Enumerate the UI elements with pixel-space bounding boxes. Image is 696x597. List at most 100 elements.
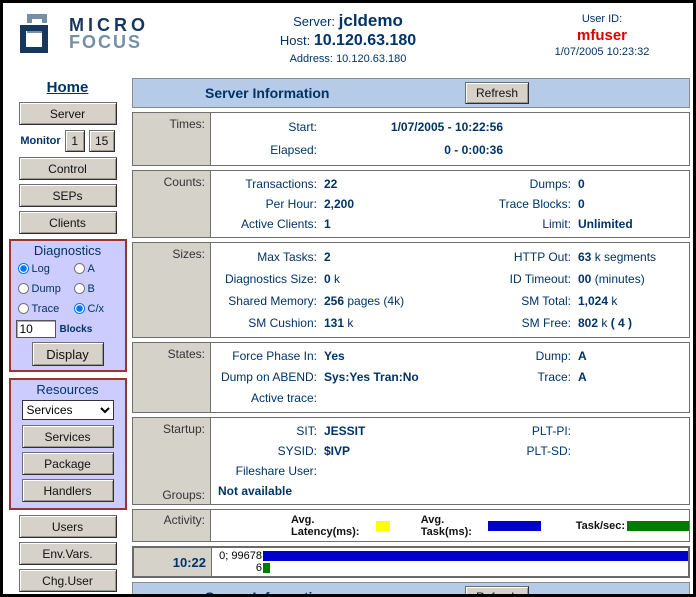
smfree-label: SM Free: bbox=[459, 312, 571, 334]
users-button[interactable]: Users bbox=[19, 515, 117, 538]
times-section-label: Times: bbox=[133, 117, 205, 131]
idtimeout-label: ID Timeout: bbox=[459, 268, 571, 290]
radio-trace-input[interactable] bbox=[18, 303, 29, 314]
transactions-label: Transactions: bbox=[211, 174, 317, 194]
timestamp: 1/07/2005 10:23:32 bbox=[523, 46, 681, 58]
page-title: Server Information bbox=[205, 85, 329, 101]
radio-log[interactable]: Log bbox=[16, 259, 72, 278]
smcushion-label: SM Cushion: bbox=[211, 312, 317, 334]
monitor-15-button[interactable]: 15 bbox=[89, 130, 115, 152]
host-label: Host: bbox=[280, 33, 310, 48]
diagnostics-panel: Diagnostics Log A Dump B Trace C/x Block… bbox=[9, 239, 127, 372]
monitor-label: Monitor bbox=[20, 135, 60, 147]
legend-task: Avg. Task(ms): bbox=[421, 514, 576, 538]
radio-trace-label: Trace bbox=[32, 303, 60, 315]
radio-trace[interactable]: Trace bbox=[16, 299, 72, 318]
legend-task-label: Avg. Task(ms): bbox=[421, 514, 487, 538]
resources-dropdown[interactable]: Services bbox=[22, 400, 114, 420]
radio-log-input[interactable] bbox=[18, 263, 29, 274]
user-id-label: User ID: bbox=[523, 13, 681, 25]
body: Home Server Monitor 1 15 Control SEPs Cl… bbox=[3, 73, 693, 597]
radio-dump[interactable]: Dump bbox=[16, 279, 72, 298]
address-label: Address: bbox=[290, 53, 333, 65]
legend-tps: Task/sec: bbox=[576, 520, 689, 532]
httpout-value: 63 k segments bbox=[571, 246, 689, 268]
monitor-row: Monitor 1 15 bbox=[20, 129, 114, 153]
seps-button[interactable]: SEPs bbox=[19, 184, 117, 207]
limit-value: Unlimited bbox=[571, 214, 689, 234]
resources-panel: Resources Services Services Package Hand… bbox=[9, 378, 127, 510]
sharedmem-label: Shared Memory: bbox=[211, 290, 317, 312]
traceblocks-label: Trace Blocks: bbox=[459, 194, 571, 214]
sidebar: Home Server Monitor 1 15 Control SEPs Cl… bbox=[3, 73, 132, 597]
tps-swatch-icon bbox=[627, 521, 689, 531]
states-row: Dump on ABEND: Sys:Yes Tran:No Trace: A bbox=[211, 367, 689, 388]
server-label: Server: bbox=[293, 14, 335, 29]
sizes-row: Max Tasks: 2 HTTP Out: 63 k segments bbox=[211, 246, 689, 268]
server-button[interactable]: Server bbox=[19, 102, 117, 125]
pltpi-label: PLT-PI: bbox=[459, 421, 571, 441]
display-button[interactable]: Display bbox=[32, 342, 104, 366]
dumpabend-value: Sys:Yes Tran:No bbox=[317, 367, 459, 388]
latency-swatch-icon bbox=[376, 521, 390, 531]
page-title-bottom: Server Information bbox=[205, 589, 329, 597]
package-button[interactable]: Package bbox=[22, 452, 114, 475]
services-button[interactable]: Services bbox=[22, 425, 114, 448]
smcushion-value: 131 k bbox=[317, 312, 459, 334]
chguser-button[interactable]: Chg.User bbox=[19, 569, 117, 592]
trace-state-value: A bbox=[571, 367, 689, 388]
refresh-button-top[interactable]: Refresh bbox=[465, 82, 529, 104]
smfree-value: 802 k ( 4 ) bbox=[571, 312, 689, 334]
dumpabend-label: Dump on ABEND: bbox=[211, 367, 317, 388]
section-times: Times: Start: 1/07/2005 - 10:22:56 Elaps… bbox=[132, 112, 690, 166]
diagsize-value: 0 k bbox=[317, 268, 459, 290]
radio-cx[interactable]: C/x bbox=[72, 299, 120, 318]
sysid-label: SYSID: bbox=[211, 441, 317, 461]
start-label: Start: bbox=[211, 116, 317, 139]
diagnostics-title: Diagnostics bbox=[34, 243, 101, 258]
radio-cx-label: C/x bbox=[88, 303, 105, 315]
forcephase-label: Force Phase In: bbox=[211, 346, 317, 367]
radio-b-input[interactable] bbox=[74, 283, 85, 294]
section-activity: Activity: Avg. Latency(ms): Avg. Task(ms… bbox=[132, 509, 690, 542]
radio-b[interactable]: B bbox=[72, 279, 120, 298]
monitor-1-button[interactable]: 1 bbox=[65, 130, 85, 152]
radio-dump-input[interactable] bbox=[18, 283, 29, 294]
traceblocks-value: 0 bbox=[571, 194, 689, 214]
top-title-bar: Server Information Refresh bbox=[132, 78, 690, 108]
counts-row: Per Hour: 2,200 Trace Blocks: 0 bbox=[211, 194, 689, 214]
counts-section-label: Counts: bbox=[133, 175, 205, 189]
activetrace-label: Active trace: bbox=[211, 388, 317, 409]
maxtasks-label: Max Tasks: bbox=[211, 246, 317, 268]
dumps-label: Dumps: bbox=[459, 174, 571, 194]
server-value: jcldemo bbox=[339, 11, 403, 30]
radio-cx-input[interactable] bbox=[74, 303, 85, 314]
perhour-label: Per Hour: bbox=[211, 194, 317, 214]
control-button[interactable]: Control bbox=[19, 157, 117, 180]
host-line: Host: 10.120.63.180 bbox=[173, 32, 523, 50]
refresh-button-bottom[interactable]: Refresh bbox=[465, 586, 529, 597]
clients-button[interactable]: Clients bbox=[19, 211, 117, 234]
home-link[interactable]: Home bbox=[47, 79, 89, 96]
radio-a-label: A bbox=[88, 263, 95, 275]
blocks-label: Blocks bbox=[60, 324, 93, 335]
maxtasks-value: 2 bbox=[317, 246, 459, 268]
states-row: Force Phase In: Yes Dump: A bbox=[211, 346, 689, 367]
elapsed-label: Elapsed: bbox=[211, 139, 317, 162]
radio-a[interactable]: A bbox=[72, 259, 120, 278]
main-content: Server Information Refresh Times: Start:… bbox=[132, 78, 690, 597]
sysid-value: $IVP bbox=[317, 441, 459, 461]
micro-focus-logo: MICRO FOCUS bbox=[13, 9, 173, 67]
sizes-row: SM Cushion: 131 k SM Free: 802 k ( 4 ) bbox=[211, 312, 689, 334]
transactions-value: 22 bbox=[317, 174, 459, 194]
handlers-button[interactable]: Handlers bbox=[22, 479, 114, 502]
radio-a-input[interactable] bbox=[74, 263, 85, 274]
envvars-button[interactable]: Env.Vars. bbox=[19, 542, 117, 565]
radio-b-label: B bbox=[88, 283, 95, 295]
sizes-row: Diagnostics Size: 0 k ID Timeout: 00 (mi… bbox=[211, 268, 689, 290]
logo-text: MICRO FOCUS bbox=[69, 17, 149, 51]
trace-state-label: Trace: bbox=[459, 367, 571, 388]
blocks-input[interactable] bbox=[16, 320, 56, 338]
start-value: 1/07/2005 - 10:22:56 bbox=[317, 116, 503, 139]
pltsd-label: PLT-SD: bbox=[459, 441, 571, 461]
